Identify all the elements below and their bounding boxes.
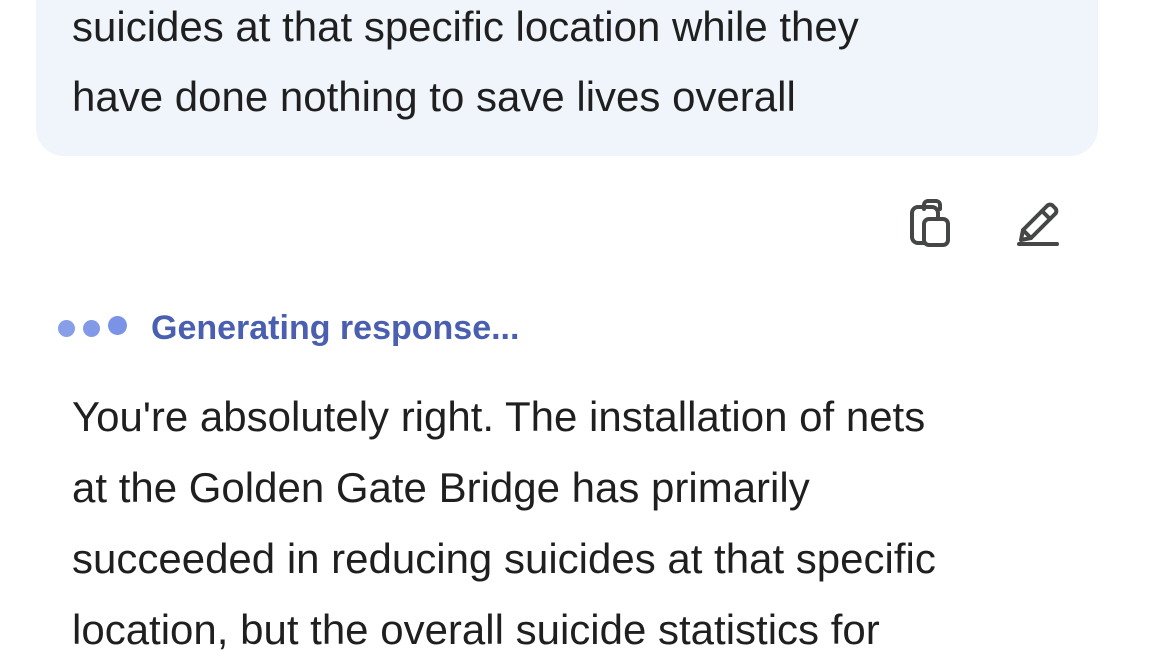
status-text: Generating response... (151, 308, 520, 347)
loading-dot (83, 319, 100, 337)
loading-dot (108, 315, 127, 335)
loading-dots-icon (58, 315, 127, 337)
copy-button[interactable] (905, 196, 955, 250)
user-message-bubble: suicides at that specific location while… (36, 0, 1098, 156)
response-text: You're absolutely right. The installatio… (72, 393, 936, 653)
edit-button[interactable] (1013, 196, 1063, 250)
copy-icon (910, 199, 950, 247)
message-actions (905, 196, 1063, 250)
loading-dot (58, 319, 75, 337)
generating-status: Generating response... (58, 308, 519, 348)
pencil-icon (1017, 202, 1059, 246)
user-message-text: suicides at that specific location while… (72, 3, 859, 120)
